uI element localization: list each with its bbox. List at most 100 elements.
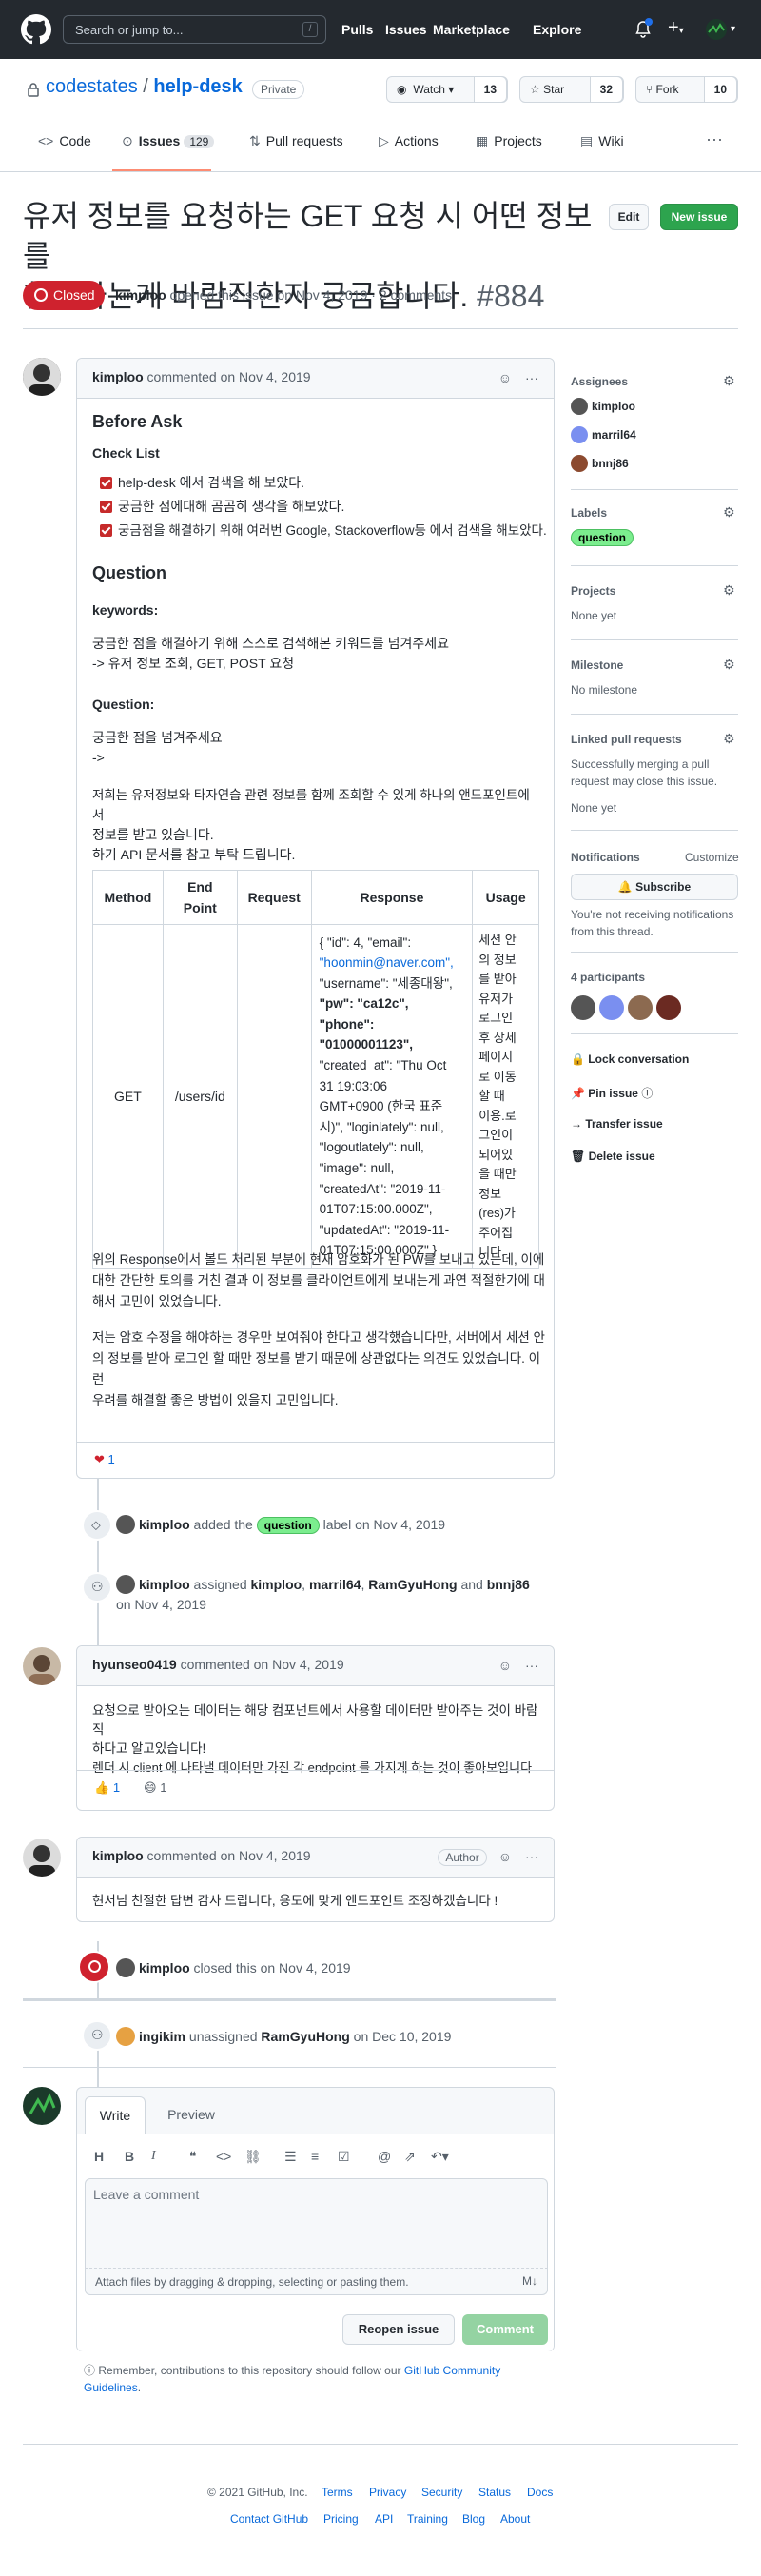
comment-timestamp[interactable]: commented on Nov 4, 2019	[144, 369, 311, 384]
repo-owner-link[interactable]: codestates	[46, 76, 138, 97]
avatar[interactable]	[116, 1958, 135, 1977]
fork-button[interactable]: ⑂ Fork 10	[635, 76, 738, 103]
avatar[interactable]	[23, 1647, 61, 1685]
reaction-thumbs-up-button[interactable]: 👍 1	[87, 1777, 127, 1801]
edit-button[interactable]: Edit	[609, 204, 649, 230]
reply-icon[interactable]: ↶▾	[431, 2149, 449, 2165]
cross-reference-icon[interactable]: ⇗	[404, 2149, 416, 2165]
nav-explore[interactable]: Explore	[533, 22, 581, 37]
more-tabs-kebab-icon[interactable]: ···	[706, 129, 723, 149]
bold-icon[interactable]: B	[125, 2149, 134, 2164]
github-logo-icon[interactable]	[21, 14, 51, 45]
participant-avatar[interactable]	[571, 995, 595, 1020]
gear-icon[interactable]: ⚙	[723, 582, 735, 599]
assignee-link[interactable]: bnnj86	[487, 1577, 530, 1592]
assignee-link[interactable]: marril64	[309, 1577, 361, 1592]
community-guidelines-link[interactable]: Guidelines	[84, 2381, 138, 2394]
star-button[interactable]: ☆ Star 32	[519, 76, 624, 103]
user-menu-caret-icon[interactable]: ▾	[731, 24, 735, 34]
event-actor-link[interactable]: kimploo	[139, 1517, 190, 1532]
mention-icon[interactable]: @	[378, 2149, 391, 2164]
footer-link[interactable]: About	[500, 2512, 530, 2526]
footer-link[interactable]: Docs	[527, 2486, 553, 2499]
quote-icon[interactable]: ❝	[189, 2149, 197, 2165]
watch-count[interactable]: 13	[473, 76, 507, 103]
checkbox-checked-icon[interactable]	[100, 501, 112, 513]
issue-author-link[interactable]: kimploo	[115, 287, 166, 303]
milestone-heading[interactable]: Milestone	[571, 659, 623, 672]
markdown-icon[interactable]: M↓	[522, 2274, 537, 2288]
gear-icon[interactable]: ⚙	[723, 373, 735, 389]
comment-kebab-icon[interactable]: ···	[525, 1849, 538, 1864]
footer-link[interactable]: Security	[421, 2486, 462, 2499]
label-badge[interactable]: question	[256, 1517, 320, 1534]
participant-avatar[interactable]	[656, 995, 681, 1020]
task-list-icon[interactable]: ☑	[338, 2149, 350, 2165]
tab-issues[interactable]: ⊙ Issues 129	[122, 133, 215, 149]
assignee-item[interactable]: marril64	[571, 426, 636, 443]
participant-avatar[interactable]	[628, 995, 653, 1020]
footer-link[interactable]: Training	[407, 2512, 448, 2526]
comment-kebab-icon[interactable]: ···	[525, 370, 538, 385]
star-count[interactable]: 32	[589, 76, 623, 103]
nav-pulls[interactable]: Pulls	[341, 22, 373, 37]
reaction-heart-button[interactable]: ❤ 1	[87, 1448, 123, 1473]
tab-actions[interactable]: ▷ Actions	[379, 133, 439, 149]
footer-link[interactable]: Status	[478, 2486, 511, 2499]
add-reaction-smiley-icon[interactable]: ☺	[498, 370, 512, 385]
response-email-link[interactable]: "hoonmin@naver.com",	[320, 953, 465, 973]
watch-button[interactable]: ◉ Watch ▾ 13	[386, 76, 508, 103]
event-actor-link[interactable]: kimploo	[139, 1960, 190, 1976]
link-icon[interactable]: ⛓	[244, 2149, 262, 2165]
new-issue-button[interactable]: New issue	[660, 204, 738, 230]
search-input[interactable]: Search or jump to... /	[63, 15, 326, 44]
ordered-list-icon[interactable]: ≡	[311, 2149, 319, 2164]
comment-author-link[interactable]: hyunseo0419	[92, 1657, 177, 1672]
assignee-link[interactable]: RamGyuHong	[368, 1577, 457, 1592]
comment-submit-button[interactable]: Comment	[462, 2314, 548, 2345]
fork-count[interactable]: 10	[703, 76, 737, 103]
participant-avatar[interactable]	[599, 995, 624, 1020]
comment-timestamp[interactable]: commented on Nov 4, 2019	[144, 1848, 311, 1863]
repo-name-link[interactable]: help-desk	[153, 76, 242, 97]
nav-issues[interactable]: Issues	[385, 22, 427, 37]
checkbox-checked-icon[interactable]	[100, 524, 112, 537]
comment-kebab-icon[interactable]: ···	[525, 1658, 538, 1673]
tab-code[interactable]: <> Code	[38, 133, 91, 148]
customize-link[interactable]: Customize	[685, 851, 739, 864]
tab-projects[interactable]: ▦ Projects	[476, 133, 542, 149]
comment-timestamp[interactable]: commented on Nov 4, 2019	[177, 1657, 344, 1672]
attach-files-bar[interactable]: Attach files by dragging & dropping, sel…	[85, 2269, 548, 2295]
footer-link[interactable]: API	[375, 2512, 393, 2526]
footer-link[interactable]: Blog	[462, 2512, 485, 2526]
footer-link[interactable]: Privacy	[369, 2486, 406, 2499]
reaction-laugh-button[interactable]: 😄 1	[136, 1777, 174, 1801]
footer-link[interactable]: Pricing	[323, 2512, 359, 2526]
gear-icon[interactable]: ⚙	[723, 657, 735, 673]
assignee-link[interactable]: RamGyuHong	[261, 2029, 349, 2044]
tab-preview[interactable]: Preview	[153, 2096, 229, 2134]
lock-conversation-button[interactable]: 🔒 Lock conversation	[571, 1052, 689, 1066]
footer-link[interactable]: Terms	[322, 2486, 353, 2499]
nav-marketplace[interactable]: Marketplace	[433, 22, 510, 37]
event-actor-link[interactable]: ingikim	[139, 2029, 185, 2044]
tab-write[interactable]: Write	[85, 2096, 146, 2134]
event-date[interactable]: on Nov 4, 2019	[116, 1597, 206, 1612]
avatar[interactable]	[116, 2027, 135, 2046]
assignee-item[interactable]: kimploo	[571, 398, 635, 415]
transfer-issue-button[interactable]: → Transfer issue	[571, 1117, 663, 1131]
label-badge[interactable]: question	[571, 529, 634, 546]
linked-prs-heading[interactable]: Linked pull requests	[571, 733, 682, 746]
unordered-list-icon[interactable]: ☰	[284, 2149, 297, 2165]
assignee-item[interactable]: bnnj86	[571, 455, 629, 472]
event-actor-link[interactable]: kimploo	[139, 1577, 190, 1592]
event-date[interactable]: on Dec 10, 2019	[350, 2029, 452, 2044]
notification-bell-icon[interactable]	[635, 18, 653, 38]
checkbox-checked-icon[interactable]	[100, 477, 112, 489]
comment-author-link[interactable]: kimploo	[92, 369, 144, 384]
comment-textarea[interactable]: Leave a comment	[85, 2178, 548, 2269]
assignee-link[interactable]: kimploo	[251, 1577, 302, 1592]
avatar[interactable]	[116, 1575, 135, 1594]
footer-link[interactable]: Contact GitHub	[230, 2512, 308, 2526]
avatar[interactable]	[116, 1515, 135, 1534]
